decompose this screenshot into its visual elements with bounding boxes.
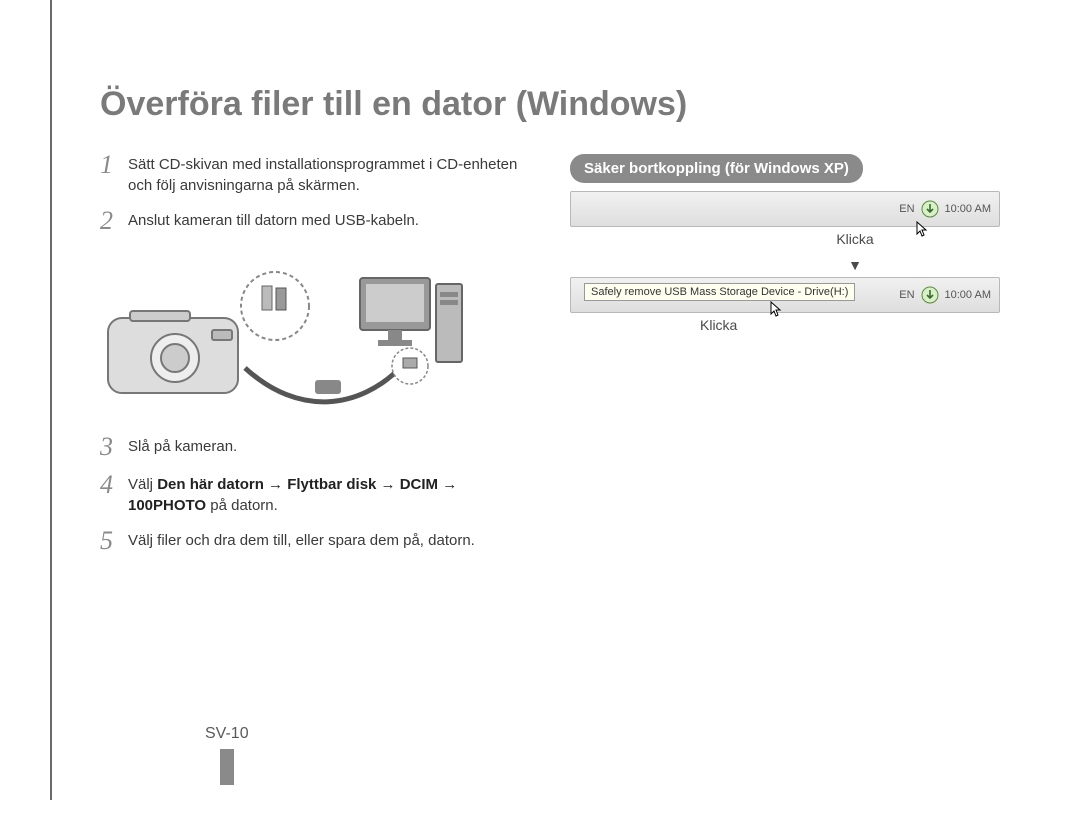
page-number-block: SV-10 — [205, 725, 249, 785]
step4-bold: Den här datorn → Flyttbar disk → DCIM → … — [128, 476, 457, 514]
step-number: 3 — [100, 434, 128, 460]
step-text: Välj Den här datorn → Flyttbar disk → DC… — [128, 474, 530, 516]
tray-click-label: Klicka — [680, 317, 1000, 333]
step-list-continued: 3 Slå på kameran. 4 Välj Den här datorn … — [100, 436, 530, 554]
step-text: Välj filer och dra dem till, eller spara… — [128, 530, 530, 551]
taskbar: EN 10:00 AM — [570, 191, 1000, 227]
tray-tooltip: Safely remove USB Mass Storage Device - … — [584, 283, 855, 301]
left-column: 1 Sätt CD-skivan med installationsprogra… — [100, 154, 530, 568]
step-2: 2 Anslut kameran till datorn med USB-kab… — [100, 210, 530, 234]
tray-lang: EN — [899, 289, 914, 301]
callout-title: Säker bortkoppling (för Windows XP) — [570, 154, 863, 183]
tray-lang: EN — [899, 203, 914, 215]
step-number: 1 — [100, 152, 128, 178]
page-number: SV-10 — [205, 725, 249, 743]
cursor-icon — [770, 301, 782, 317]
camera-to-pc-illustration — [100, 258, 470, 413]
cursor-icon — [916, 221, 928, 237]
tray-click-label: Klicka — [570, 231, 1000, 247]
page-number-bar — [220, 749, 234, 785]
step-text: Anslut kameran till datorn med USB-kabel… — [128, 210, 530, 231]
content-columns: 1 Sätt CD-skivan med installationsprogra… — [100, 154, 1020, 568]
step4-post: på datorn. — [206, 497, 278, 514]
step-4: 4 Välj Den här datorn → Flyttbar disk → … — [100, 474, 530, 516]
page: Överföra filer till en dator (Windows) 1… — [0, 0, 1080, 835]
tray-time: 10:00 AM — [945, 289, 991, 301]
step-5: 5 Välj filer och dra dem till, eller spa… — [100, 530, 530, 554]
safely-remove-icon — [921, 200, 939, 218]
step-number: 2 — [100, 208, 128, 234]
right-column: Säker bortkoppling (för Windows XP) EN 1… — [570, 154, 1000, 568]
step-number: 5 — [100, 528, 128, 554]
step-1: 1 Sätt CD-skivan med installationsprogra… — [100, 154, 530, 196]
step4-pre: Välj — [128, 476, 157, 493]
step-3: 3 Slå på kameran. — [100, 436, 530, 460]
step-list: 1 Sätt CD-skivan med installationsprogra… — [100, 154, 530, 234]
systray-screenshot-2: EN 10:00 AM Safely remove USB Mass Stora… — [570, 277, 1000, 333]
safely-remove-icon — [921, 286, 939, 304]
tray-time: 10:00 AM — [945, 203, 991, 215]
step-text: Slå på kameran. — [128, 436, 530, 457]
step-text: Sätt CD-skivan med installationsprogramm… — [128, 154, 530, 196]
down-arrow-icon: ▼ — [570, 257, 1000, 273]
page-title: Överföra filer till en dator (Windows) — [100, 85, 1020, 124]
step-number: 4 — [100, 472, 128, 498]
left-vertical-rule — [50, 0, 52, 800]
systray-screenshot-1: EN 10:00 AM Klicka — [570, 191, 1000, 247]
